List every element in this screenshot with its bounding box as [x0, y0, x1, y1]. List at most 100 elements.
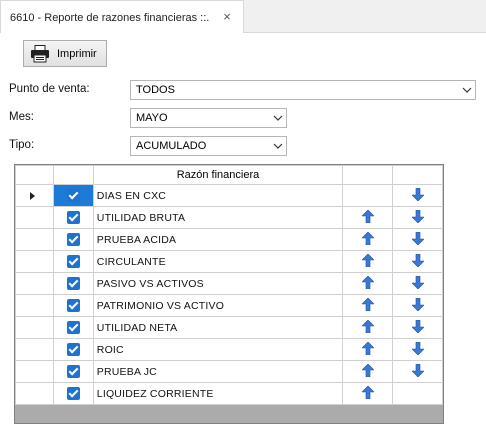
move-up-cell[interactable]	[342, 360, 394, 383]
move-up-cell[interactable]	[342, 382, 394, 405]
move-up-cell[interactable]	[342, 206, 394, 229]
arrow-down-icon[interactable]	[410, 187, 425, 204]
row-indicator[interactable]	[15, 294, 54, 317]
grid-body: DIAS EN CXC UTILIDAD BRUTA PRUEBA ACIDA CIR…	[15, 184, 443, 405]
table-row[interactable]: LIQUIDEZ CORRIENTE	[15, 382, 443, 405]
row-indicator[interactable]	[15, 250, 54, 273]
up-column-header[interactable]	[342, 165, 394, 185]
move-down-cell[interactable]	[392, 360, 443, 383]
checkbox[interactable]	[66, 299, 80, 312]
row-indicator[interactable]	[15, 206, 54, 229]
table-row[interactable]: PATRIMONIO VS ACTIVO	[15, 294, 443, 317]
checkbox[interactable]	[66, 343, 80, 356]
row-indicator[interactable]	[15, 184, 54, 207]
table-row[interactable]: DIAS EN CXC	[15, 184, 443, 207]
chevron-down-icon	[459, 81, 475, 99]
row-indicator[interactable]	[15, 228, 54, 251]
move-up-cell[interactable]	[342, 272, 394, 295]
punto-select[interactable]: TODOS	[130, 80, 476, 100]
tipo-value: ACUMULADO	[136, 140, 207, 152]
move-down-cell[interactable]	[392, 272, 443, 295]
table-row[interactable]: CIRCULANTE	[15, 250, 443, 273]
arrow-up-icon[interactable]	[360, 297, 375, 314]
checkbox[interactable]	[66, 189, 80, 202]
row-indicator[interactable]	[15, 360, 54, 383]
row-checkbox-cell[interactable]	[52, 206, 94, 229]
row-indicator[interactable]	[15, 316, 54, 339]
mes-value: MAYO	[136, 112, 168, 124]
table-row[interactable]: UTILIDAD BRUTA	[15, 206, 443, 229]
row-indicator[interactable]	[15, 272, 54, 295]
table-row[interactable]: UTILIDAD NETA	[15, 316, 443, 339]
row-checkbox-cell[interactable]	[52, 228, 94, 251]
move-up-cell[interactable]	[342, 316, 394, 339]
arrow-down-icon[interactable]	[410, 363, 425, 380]
move-down-cell[interactable]	[392, 206, 443, 229]
row-checkbox-cell[interactable]	[52, 382, 94, 405]
row-indicator[interactable]	[15, 382, 54, 405]
checkbox[interactable]	[66, 255, 80, 268]
arrow-down-icon[interactable]	[410, 297, 425, 314]
checkbox[interactable]	[66, 233, 80, 246]
move-down-cell[interactable]	[392, 316, 443, 339]
arrow-down-icon[interactable]	[410, 341, 425, 358]
down-column-header[interactable]	[392, 165, 443, 185]
tipo-select[interactable]: ACUMULADO	[130, 136, 287, 156]
arrow-up-icon[interactable]	[360, 275, 375, 292]
row-checkbox-cell[interactable]	[52, 294, 94, 317]
checkbox[interactable]	[66, 387, 80, 400]
move-down-cell[interactable]	[392, 382, 443, 405]
close-icon[interactable]: ×	[221, 10, 233, 23]
move-down-cell[interactable]	[392, 228, 443, 251]
row-indicator[interactable]	[15, 338, 54, 361]
table-row[interactable]: PRUEBA JC	[15, 360, 443, 383]
check-column-header[interactable]	[52, 165, 94, 185]
tab-reporte[interactable]: 6610 - Reporte de razones financieras ::…	[0, 0, 244, 34]
row-checkbox-cell[interactable]	[52, 316, 94, 339]
arrow-up-icon[interactable]	[360, 253, 375, 270]
checkbox[interactable]	[66, 211, 80, 224]
razon-name-cell: PRUEBA ACIDA	[92, 228, 344, 251]
row-checkbox-cell[interactable]	[52, 272, 94, 295]
arrow-down-icon[interactable]	[410, 253, 425, 270]
ratios-table: Razón financiera DIAS EN CXC UTILIDAD BRU…	[15, 165, 443, 405]
move-down-cell[interactable]	[392, 338, 443, 361]
move-up-cell[interactable]	[342, 250, 394, 273]
arrow-up-icon[interactable]	[360, 385, 375, 402]
punto-value: TODOS	[136, 84, 175, 96]
move-down-cell[interactable]	[392, 294, 443, 317]
ratios-grid[interactable]: Razón financiera DIAS EN CXC UTILIDAD BRU…	[14, 164, 444, 424]
move-down-cell[interactable]	[392, 250, 443, 273]
checkbox[interactable]	[66, 321, 80, 334]
checkbox[interactable]	[66, 365, 80, 378]
table-row[interactable]: ROIC	[15, 338, 443, 361]
table-row[interactable]: PRUEBA ACIDA	[15, 228, 443, 251]
move-up-cell[interactable]	[342, 294, 394, 317]
arrow-up-icon[interactable]	[360, 209, 375, 226]
row-checkbox-cell[interactable]	[52, 338, 94, 361]
razon-name-cell: PASIVO VS ACTIVOS	[92, 272, 344, 295]
move-up-cell[interactable]	[342, 184, 394, 207]
arrow-down-icon[interactable]	[410, 319, 425, 336]
arrow-up-icon[interactable]	[360, 231, 375, 248]
arrow-up-icon[interactable]	[360, 363, 375, 380]
razon-name-cell: DIAS EN CXC	[92, 184, 344, 207]
checkbox[interactable]	[66, 277, 80, 290]
move-up-cell[interactable]	[342, 228, 394, 251]
print-button[interactable]: Imprimir	[23, 40, 107, 67]
arrow-down-icon[interactable]	[410, 209, 425, 226]
mes-select[interactable]: MAYO	[130, 108, 287, 128]
row-checkbox-cell[interactable]	[52, 250, 94, 273]
razon-name-cell: CIRCULANTE	[92, 250, 344, 273]
arrow-down-icon[interactable]	[410, 231, 425, 248]
table-row[interactable]: PASIVO VS ACTIVOS	[15, 272, 443, 295]
row-checkbox-cell[interactable]	[52, 360, 94, 383]
move-down-cell[interactable]	[392, 184, 443, 207]
arrow-down-icon[interactable]	[410, 275, 425, 292]
tab-strip: 6610 - Reporte de razones financieras ::…	[0, 0, 486, 34]
razon-column-header[interactable]: Razón financiera	[92, 165, 344, 185]
row-checkbox-cell[interactable]	[52, 184, 94, 207]
arrow-up-icon[interactable]	[360, 319, 375, 336]
arrow-up-icon[interactable]	[360, 341, 375, 358]
move-up-cell[interactable]	[342, 338, 394, 361]
